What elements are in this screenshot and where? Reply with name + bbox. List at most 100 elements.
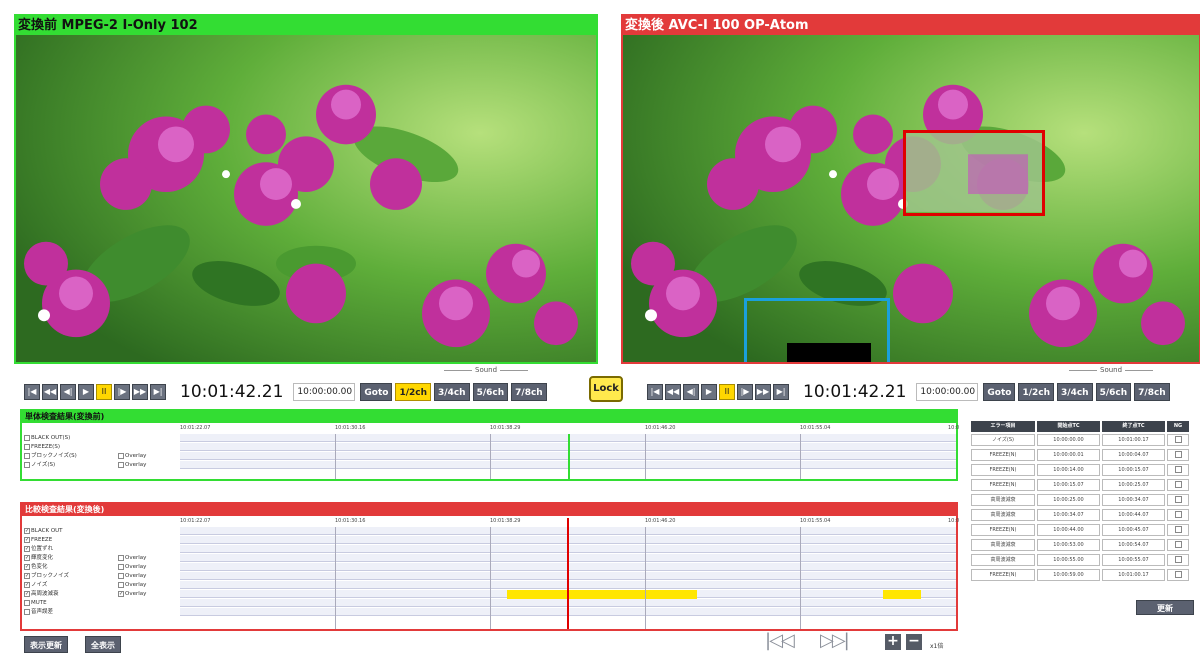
overlay-checkbox[interactable]: ✓ [118,590,124,597]
ng-checkbox[interactable] [1174,556,1182,563]
table-row[interactable]: FREEZE(N) 10:00:14.00 10:00:15.07 [971,464,1195,476]
right-channel-5-6[interactable]: 5/6ch [1095,383,1132,401]
left-channel-7-8[interactable]: 7/8ch [511,383,547,401]
fast-forward-icon[interactable]: ▶▶ [132,384,148,400]
right-channel-1-2[interactable]: 1/2ch [1018,383,1055,401]
left-goto-button[interactable]: Goto [360,383,393,401]
ng-checkbox[interactable] [1174,481,1182,488]
play-icon[interactable]: ▶ [78,384,94,400]
table-row[interactable]: 高周波減衰 10:00:55.00 10:00:55.07 [971,554,1195,566]
row-checkbox[interactable]: ✓ [24,536,30,543]
row-label: 高周波減衰 [31,591,59,597]
cell-end: 10:00:04.07 [1102,449,1165,461]
fast-rewind-icon[interactable]: ◀◀ [42,384,58,400]
row-checkbox[interactable] [24,461,30,468]
update-button[interactable]: 更新 [1136,600,1194,615]
row-checkbox[interactable]: ✓ [24,554,30,561]
row-checkbox[interactable] [24,434,30,441]
row-checkbox[interactable] [24,599,30,606]
row-checkbox[interactable]: ✓ [24,527,30,534]
overlay-checkbox[interactable] [118,581,124,588]
detection-segment[interactable] [507,590,697,599]
cell-start: 10:00:25.00 [1037,494,1100,506]
show-all-button[interactable]: 全表示 [85,636,121,653]
row-checkbox[interactable]: ✓ [24,545,30,552]
timeline-row: ✓ ノイズ Overlay [22,581,956,590]
right-channel-3-4[interactable]: 3/4ch [1057,383,1093,401]
play-icon[interactable]: ▶ [701,384,717,400]
step-back-icon[interactable]: ◀| [683,384,699,400]
row-checkbox[interactable] [24,608,30,615]
ng-checkbox[interactable] [1174,541,1182,548]
left-channel-5-6[interactable]: 5/6ch [472,383,509,401]
overlay-checkbox[interactable] [118,563,124,570]
skip-start-icon[interactable]: |◀ [24,384,40,400]
detection-segment[interactable] [883,590,921,599]
tick-label: 10:01:38.29 [490,425,521,431]
left-channel-1-2[interactable]: 1/2ch [395,383,432,401]
row-checkbox[interactable] [24,443,30,450]
table-row[interactable]: 高周波減衰 10:00:25.00 10:00:34.07 [971,494,1195,506]
overlay-checkbox[interactable] [118,554,124,561]
ng-checkbox[interactable] [1174,571,1182,578]
ng-checkbox[interactable] [1174,526,1182,533]
converted-video-frame[interactable] [623,35,1199,362]
zoom-out-icon[interactable]: − [906,634,922,650]
ng-checkbox[interactable] [1174,451,1182,458]
zoom-in-icon[interactable]: + [885,634,901,650]
playhead-cursor[interactable] [567,518,569,629]
left-transport-bar: |◀ ◀◀ ◀| ▶ II |▶ ▶▶ ▶| 10:01:42.21 10:00… [24,382,550,402]
table-row[interactable]: FREEZE(N) 10:00:15.07 10:00:25.07 [971,479,1195,491]
right-goto-button[interactable]: Goto [983,383,1016,401]
skip-start-icon[interactable]: |◀ [647,384,663,400]
header-error-item[interactable]: エラー項目 [971,421,1035,432]
ng-checkbox[interactable] [1174,466,1182,473]
right-channel-7-8[interactable]: 7/8ch [1134,383,1170,401]
step-forward-icon[interactable]: |▶ [737,384,753,400]
error-table-header: エラー項目 開始点TC 終了点TC NG [971,421,1195,432]
scroll-left-icon[interactable]: |◁◁ [765,630,795,651]
pause-icon[interactable]: II [719,384,735,400]
skip-end-icon[interactable]: ▶| [150,384,166,400]
step-back-icon[interactable]: ◀| [60,384,76,400]
row-checkbox[interactable] [24,452,30,459]
fast-rewind-icon[interactable]: ◀◀ [665,384,681,400]
table-row[interactable]: 高周波減衰 10:00:34.07 10:00:44.07 [971,509,1195,521]
tick-label: 10:01:22.07 [180,518,211,524]
playhead-cursor[interactable] [568,434,570,479]
skip-end-icon[interactable]: ▶| [773,384,789,400]
table-row[interactable]: ノイズ(S) 10:00:00.00 10:01:00.17 [971,434,1195,446]
left-goto-input[interactable]: 10:00:00.00 [293,383,356,401]
overlay-checkbox[interactable] [118,572,124,579]
right-goto-input[interactable]: 10:00:00.00 [916,383,979,401]
row-label: BLACK OUT [31,528,63,534]
converted-video-panel: 変換後 AVC-I 100 OP-Atom [621,14,1200,364]
overlay-checkbox[interactable] [118,461,124,468]
step-forward-icon[interactable]: |▶ [114,384,130,400]
lock-button[interactable]: Lock [589,376,623,402]
table-row[interactable]: 高周波減衰 10:00:53.00 10:00:54.07 [971,539,1195,551]
tick-label: 10:01:46.20 [645,425,676,431]
row-checkbox[interactable]: ✓ [24,590,30,597]
scroll-right-icon[interactable]: ▷▷| [820,630,850,651]
row-checkbox[interactable]: ✓ [24,581,30,588]
ng-checkbox[interactable] [1174,436,1182,443]
overlay-checkbox[interactable] [118,452,124,459]
left-channel-3-4[interactable]: 3/4ch [434,383,470,401]
header-end-tc[interactable]: 終了点TC [1102,421,1165,432]
row-checkbox[interactable]: ✓ [24,572,30,579]
row-label: 色変化 [31,564,48,570]
table-row[interactable]: FREEZE(N) 10:00:44.00 10:00:45.07 [971,524,1195,536]
row-checkbox[interactable]: ✓ [24,563,30,570]
ng-checkbox[interactable] [1174,511,1182,518]
header-ng[interactable]: NG [1167,421,1189,432]
table-row[interactable]: FREEZE(N) 10:00:59.00 10:01:00.17 [971,569,1195,581]
ng-checkbox[interactable] [1174,496,1182,503]
header-start-tc[interactable]: 開始点TC [1037,421,1100,432]
pause-icon[interactable]: II [96,384,112,400]
table-row[interactable]: FREEZE(N) 10:00:00.01 10:00:04.07 [971,449,1195,461]
grid-line [645,434,646,479]
refresh-display-button[interactable]: 表示更新 [24,636,68,653]
fast-forward-icon[interactable]: ▶▶ [755,384,771,400]
source-video-frame[interactable] [16,35,596,362]
